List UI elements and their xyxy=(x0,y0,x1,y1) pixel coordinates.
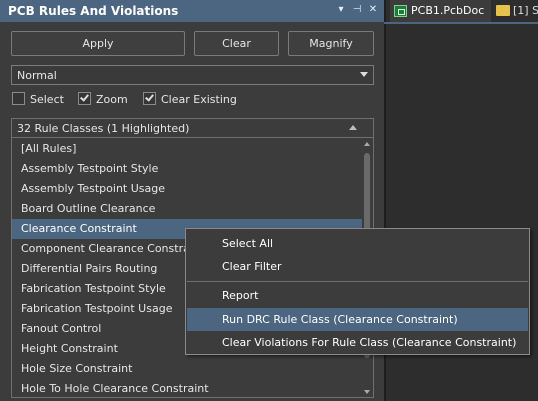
select-checkbox-label: Select xyxy=(30,93,64,106)
check-icon xyxy=(80,92,89,102)
tab-pcb1[interactable]: PCB1.PcbDoc xyxy=(390,0,491,22)
zoom-checkbox[interactable] xyxy=(78,92,91,105)
tab-sheet[interactable]: [1] Sheet xyxy=(492,0,538,22)
menu-item-select-all[interactable]: Select All xyxy=(187,232,528,255)
rule-class-list-header[interactable]: 32 Rule Classes (1 Highlighted) xyxy=(12,119,373,138)
zoom-checkbox-label: Zoom xyxy=(96,93,128,106)
menu-item-run-drc-rule-class[interactable]: Run DRC Rule Class (Clearance Constraint… xyxy=(187,308,528,331)
scroll-down-icon[interactable] xyxy=(364,390,370,394)
panel-titlebar[interactable]: PCB Rules And Violations ▾ ⊣ ✕ xyxy=(0,0,384,22)
menu-item-report[interactable]: Report xyxy=(187,284,528,307)
menu-separator xyxy=(187,281,528,282)
apply-button[interactable]: Apply xyxy=(11,31,185,56)
sort-ascending-icon[interactable] xyxy=(349,125,357,130)
tab-label: [1] Sheet xyxy=(513,4,538,17)
scroll-up-icon[interactable] xyxy=(364,142,370,146)
panel-menu-icon[interactable]: ▾ xyxy=(334,3,348,17)
clear-existing-checkbox-label: Clear Existing xyxy=(161,93,237,106)
tab-label: PCB1.PcbDoc xyxy=(411,4,485,17)
menu-item-clear-violations[interactable]: Clear Violations For Rule Class (Clearan… xyxy=(187,331,528,354)
chevron-down-icon xyxy=(360,72,368,77)
tab-underline xyxy=(384,22,538,24)
clear-existing-checkbox[interactable] xyxy=(143,92,156,105)
rule-class-item[interactable]: Assembly Testpoint Usage xyxy=(12,179,362,199)
select-checkbox[interactable] xyxy=(12,92,25,105)
mode-select-value: Normal xyxy=(17,69,57,82)
options-row: Select Zoom Clear Existing xyxy=(12,92,372,108)
rule-class-item[interactable]: Board Outline Clearance xyxy=(12,199,362,219)
folder-icon xyxy=(496,5,510,16)
clear-button[interactable]: Clear xyxy=(194,31,279,56)
magnify-button[interactable]: Magnify xyxy=(288,31,374,56)
rule-class-item[interactable]: Assembly Testpoint Style xyxy=(12,159,362,179)
mode-select[interactable]: Normal xyxy=(11,65,374,85)
rule-class-item[interactable]: [All Rules] xyxy=(12,139,362,159)
menu-item-clear-filter[interactable]: Clear Filter xyxy=(187,255,528,278)
pin-icon[interactable]: ⊣ xyxy=(350,3,364,17)
close-icon[interactable]: ✕ xyxy=(366,3,380,17)
rule-class-item[interactable]: Hole Size Constraint xyxy=(12,359,362,379)
panel-title: PCB Rules And Violations xyxy=(8,4,179,18)
check-icon xyxy=(145,92,154,102)
context-menu: Select All Clear Filter Report Run DRC R… xyxy=(185,228,530,355)
rule-class-item[interactable]: Hole To Hole Clearance Constraint xyxy=(12,379,362,397)
pcb-doc-icon xyxy=(394,5,407,17)
rule-class-count: 32 Rule Classes (1 Highlighted) xyxy=(17,122,190,135)
